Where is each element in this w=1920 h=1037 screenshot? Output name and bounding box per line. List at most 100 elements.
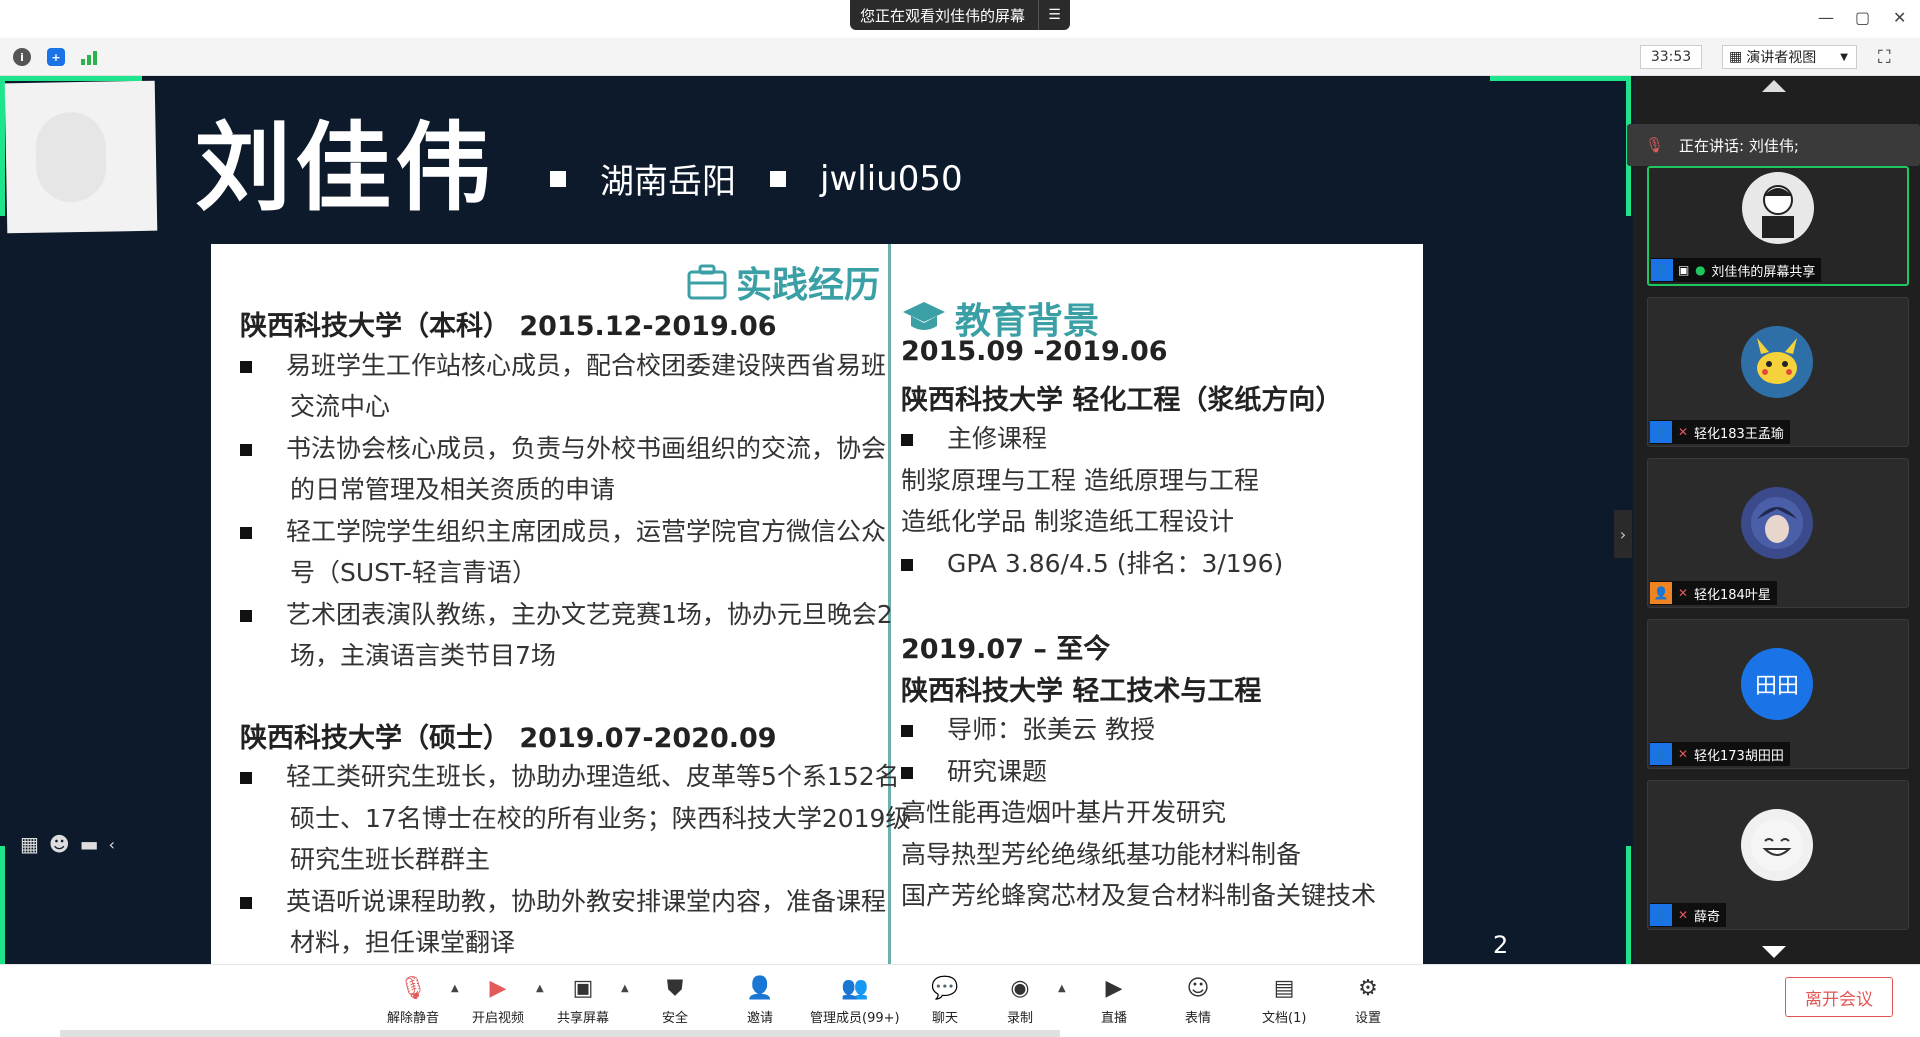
share-screen-icon: ▣ <box>572 975 594 1001</box>
participant-name: 轻化183王孟瑜 <box>1694 426 1784 442</box>
text-line: 高导热型芳纶绝缘纸基功能材料制备 <box>901 835 1301 871</box>
apps-icon[interactable]: ▦ <box>20 832 39 856</box>
scroll-down-icon[interactable] <box>1762 946 1786 958</box>
view-selector[interactable]: ▦ 演讲者视图 ▼ <box>1722 45 1857 69</box>
documents-button[interactable]: ▤ 文档(1) <box>1262 975 1306 1027</box>
line-text: GPA 3.86/4.5 (排名：3/196) <box>947 548 1284 578</box>
start-video-label: 开启视频 <box>472 1011 525 1026</box>
pikachu-avatar <box>1741 326 1813 398</box>
line-text: 易班学生工作站核心成员，配合校团委建设陕西省易班 <box>286 350 887 380</box>
settings-button[interactable]: ⚙ 设置 <box>1354 975 1382 1027</box>
bullet-square <box>240 609 252 622</box>
chat-icon[interactable]: ▬ <box>80 832 99 856</box>
handle: jwliu050 <box>820 158 963 199</box>
line-text: 陕西科技大学（本科） 2015.12-2019.06 <box>240 311 777 342</box>
graduation-cap-icon <box>903 302 945 330</box>
share-screen-label: 共享屏幕 <box>557 1011 610 1026</box>
line-text: 号（SUST-轻言青语） <box>290 558 538 587</box>
mic-off-icon: ✕ <box>1677 908 1689 922</box>
text-line: 研究生班长群群主 <box>290 840 490 876</box>
line-text: 艺术团表演队教练，主办文艺竞赛1场，协办元旦晚会2 <box>286 599 893 629</box>
participant-tile[interactable]: 👤 ▣ ● 刘佳伟的屏幕共享 <box>1647 166 1909 286</box>
practice-heading-text: 实践经历 <box>736 265 881 306</box>
record-button[interactable]: ◉ 录制 <box>1006 975 1034 1027</box>
mic-off-icon: ✕ <box>1677 425 1689 439</box>
emoji-icon[interactable]: ☻ <box>49 832 70 856</box>
line-text: 材料，担任课堂翻译 <box>290 928 516 957</box>
section-line: 陕西科技大学（本科） 2015.12-2019.06 <box>240 304 777 343</box>
profile-photo-figure <box>35 111 107 203</box>
chevron-up-icon[interactable]: ▲ <box>451 983 459 994</box>
participant-tile[interactable]: 👤 ✕ 轻化183王孟瑜 <box>1647 297 1909 447</box>
line-text: 陕西科技大学（硕士） 2019.07-2020.09 <box>240 722 777 754</box>
bullet-line: 轻工类研究生班长，协助办理造纸、皮革等5个系152名 <box>240 757 900 793</box>
signal-icon[interactable] <box>80 48 98 66</box>
bullet-square <box>901 558 913 571</box>
menu-icon[interactable]: ☰ <box>1038 0 1070 30</box>
section-line: 陕西科技大学 轻化工程（浆纸方向） <box>901 378 1342 417</box>
close-icon[interactable]: ✕ <box>1893 8 1906 27</box>
shield-icon[interactable]: + <box>47 48 65 66</box>
line-text: 国产芳纶蜂窝芯材及复合材料制备关键技术 <box>901 881 1377 910</box>
live-button[interactable]: ▶ 直播 <box>1100 975 1128 1027</box>
panel-toggle[interactable]: › <box>1614 510 1632 558</box>
bullet-square <box>240 772 252 784</box>
chat-button[interactable]: 💬 聊天 <box>931 975 959 1027</box>
document-icon: ▤ <box>1273 975 1295 1001</box>
chevron-up-icon[interactable]: ▲ <box>536 983 544 994</box>
bullet-line: 研究课题 <box>901 752 1047 788</box>
line-text: 高导热型芳纶绝缘纸基功能材料制备 <box>901 839 1302 869</box>
participant-tile[interactable]: 👤 ✕ 薛奇 <box>1647 780 1909 930</box>
meeting-timer: 33:53 <box>1640 45 1702 69</box>
user-icon: 👤 <box>1650 743 1672 765</box>
line-text: 轻工学院学生组织主席团成员，运营学院官方微信公众 <box>286 516 887 546</box>
user-icon: 👤 <box>1650 421 1672 443</box>
scroll-up-icon[interactable] <box>1762 80 1786 92</box>
user-icon: 👤 <box>1650 904 1672 926</box>
chevron-left-icon[interactable]: ‹ <box>109 835 115 854</box>
participant-tile[interactable]: 田田 👤 ✕ 轻化173胡田田 <box>1647 619 1909 769</box>
invite-button[interactable]: 👤 邀请 <box>746 975 774 1027</box>
anime-avatar <box>1741 487 1813 559</box>
chevron-up-icon[interactable]: ▲ <box>621 983 629 994</box>
record-icon: ◉ <box>1010 975 1030 1001</box>
bullet-square <box>240 526 252 539</box>
user-icon: 👤 <box>1651 259 1673 281</box>
bullet-line: 导师：张美云 教授 <box>901 710 1155 746</box>
accent-line <box>0 846 5 964</box>
maximize-icon[interactable]: ▢ <box>1855 8 1870 27</box>
participant-label: 👤 ✕ 薛奇 <box>1650 903 1727 927</box>
smiley-avatar <box>1741 809 1813 881</box>
line-text: 硕士、17名博士在校的所有业务；陕西科技大学2019级 <box>290 803 911 833</box>
minimize-icon[interactable]: — <box>1818 8 1834 27</box>
line-text: 英语听说课程助教，协助外教安排课堂内容，准备课程 <box>286 886 887 916</box>
line-text: 场，主演语言类节目7场 <box>290 641 556 670</box>
unmute-label: 解除静音 <box>387 1011 440 1026</box>
info-icon[interactable]: i <box>13 48 31 66</box>
line-text: 主修课程 <box>947 424 1048 453</box>
chevron-up-icon[interactable]: ▲ <box>1058 983 1066 994</box>
participant-tile[interactable]: 👤 ✕ 轻化184叶星 <box>1647 458 1909 608</box>
text-line: 材料，担任课堂翻译 <box>290 923 515 959</box>
share-screen-button[interactable]: ▣ 共享屏幕 <box>557 975 610 1027</box>
bullet-line: 主修课程 <box>901 419 1047 455</box>
unmute-button[interactable]: 🎙 解除静音 <box>387 975 440 1027</box>
reactions-label: 表情 <box>1184 1011 1211 1026</box>
start-video-button[interactable]: ▶ 开启视频 <box>472 975 525 1027</box>
line-text: 交流中心 <box>290 392 391 421</box>
user-icon: 👤 <box>1650 582 1672 604</box>
line-text: 研究课题 <box>947 756 1048 786</box>
resume-page: 实践经历 教育背景 陕西科技大学（本科） 2015.12-2019.06 易班学生… <box>211 244 1423 964</box>
participant-label: 👤 ✕ 轻化184叶星 <box>1650 581 1777 605</box>
manage-members-button[interactable]: 👥 管理成员(99+) <box>810 975 900 1027</box>
bullet-square <box>240 896 252 909</box>
fullscreen-icon[interactable]: ⛶ <box>1878 47 1891 68</box>
participant-name: 薛奇 <box>1694 909 1721 925</box>
bullet-line: GPA 3.86/4.5 (排名：3/196) <box>901 544 1283 580</box>
participant-label: 👤 ✕ 轻化173胡田田 <box>1650 742 1790 766</box>
security-button[interactable]: ⛊ 安全 <box>661 975 689 1027</box>
leave-meeting-button[interactable]: 离开会议 <box>1785 977 1893 1017</box>
manage-members-label: 管理成员(99+) <box>810 1011 900 1026</box>
participant-label: 👤 ▣ ● 刘佳伟的屏幕共享 <box>1651 258 1822 282</box>
reactions-button[interactable]: ☺ 表情 <box>1184 975 1212 1027</box>
